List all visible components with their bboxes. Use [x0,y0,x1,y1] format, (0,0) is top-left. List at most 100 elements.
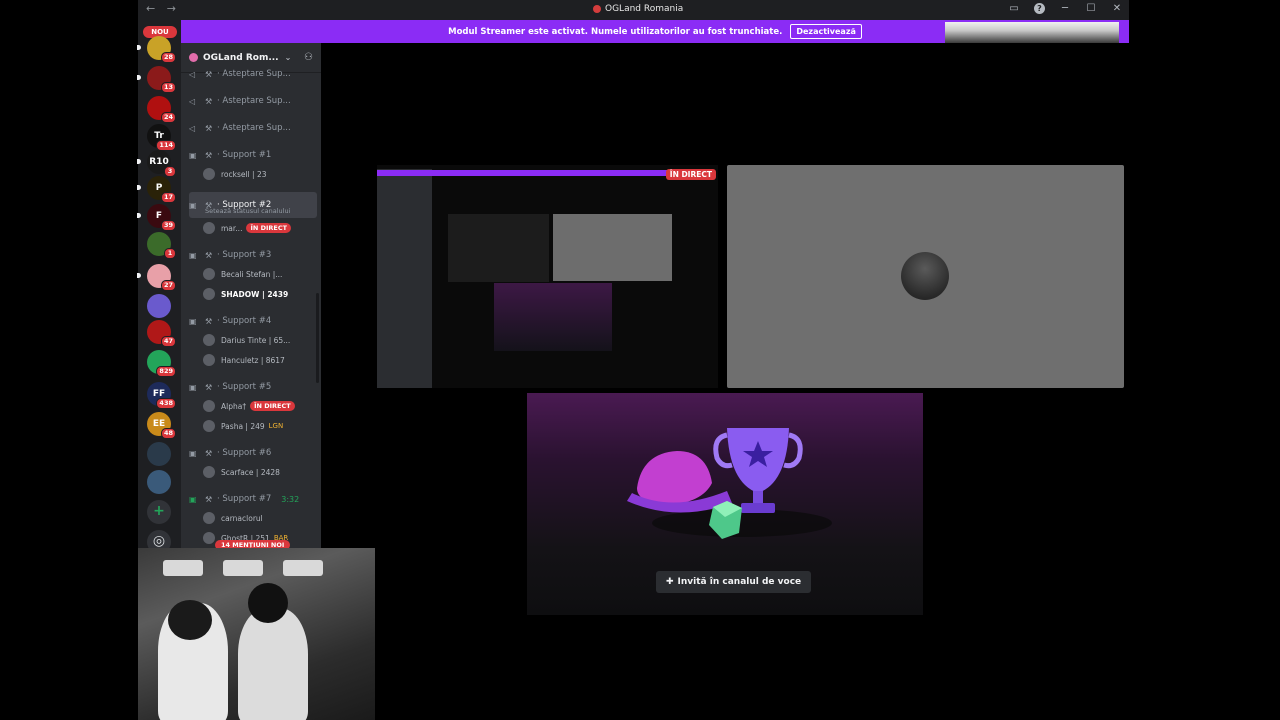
voice-user[interactable]: Scarface | 2428 [203,464,313,480]
voice-channel[interactable]: ▣ ⚒ · Support #5 [189,378,317,396]
lock-icon: ▣ [189,200,197,210]
avatar [203,512,215,524]
server-icon[interactable]: 28 [147,36,176,63]
unread-badge: 48 [160,428,176,439]
live-badge: ÎN DIRECT [250,401,295,411]
avatar [203,222,215,234]
server-icon[interactable]: Tr 114 [147,124,176,151]
server-icon[interactable]: 27 [147,264,176,291]
stream-preview-card [494,283,612,351]
stream-preview-sidebar [377,169,432,388]
back-arrow-icon[interactable]: ← [146,2,155,15]
voice-channel[interactable]: ▣ ⚒ · Support #1 [189,146,317,164]
channel-name: · Support #4 [217,316,272,326]
participant-tile[interactable] [727,165,1124,388]
unread-badge: 28 [160,52,176,63]
muted-speaker-icon: ◁ [189,69,196,79]
server-icon[interactable]: F 39 [147,204,176,231]
channel-name: · Support #3 [217,250,272,260]
voice-channel[interactable]: ▣ ⚒ · Support #4 [189,312,317,330]
voice-user[interactable]: SHADOW | 2439 [203,286,313,302]
server-icon[interactable]: 13 [147,66,176,93]
hammer-icon: ⚒ [205,250,213,260]
voice-user[interactable]: carnaclorul [203,510,313,526]
server-icon[interactable] [147,470,171,494]
muted-speaker-icon: ◁ [189,123,196,133]
hammer-icon: ⚒ [205,150,213,160]
voice-user[interactable]: mar... ÎN DIRECT [203,220,313,236]
lock-icon: ▣ [189,316,197,326]
window-title-text: OGLand Romania [605,4,684,14]
server-icon[interactable]: R10 3 [147,150,176,177]
voice-channel[interactable]: ▣ ⚒ · Support #7 3:32 [189,490,317,508]
channel-status[interactable]: Setează statusul canalului [205,207,290,215]
server-icon[interactable]: EE 48 [147,412,176,439]
webcam-sink-3 [283,560,323,576]
lock-icon: ▣ [189,448,197,458]
minimize-button[interactable]: ─ [1059,3,1071,14]
channel-timer: 3:32 [281,494,300,504]
forward-arrow-icon[interactable]: → [167,2,176,15]
voice-user[interactable]: rocksell | 23 [203,166,313,182]
unread-pill [137,273,141,278]
hammer-icon: ⚒ [205,96,213,106]
maximize-button[interactable]: ☐ [1085,3,1097,14]
voice-user[interactable]: Alpha† ÎN DIRECT [203,398,313,414]
trophy-base [741,503,775,513]
voice-user[interactable]: Darius Tinte | 65... [203,332,313,348]
server-icon[interactable]: 829 [147,350,176,377]
server-icon[interactable] [147,294,171,318]
add-server-button[interactable]: + [147,500,171,524]
stream-preview-gray [553,214,672,281]
voice-user[interactable]: Hanculetz | 8617 [203,352,313,368]
lock-icon: ▣ [189,494,197,504]
deactivate-streamer-button[interactable]: Dezactivează [790,24,862,39]
stream-tile[interactable]: ÎN DIRECT [377,165,718,388]
server-icon[interactable] [147,442,171,466]
user-tag: LGN [268,422,284,430]
inbox-icon[interactable]: ▭ [1008,3,1020,14]
unread-badge: 17 [160,192,176,203]
close-button[interactable]: ✕ [1111,3,1123,14]
invite-to-voice-button[interactable]: ✚ Invită în canalul de voce [656,571,812,593]
channel-name: · Support #5 [217,382,272,392]
lock-icon: ▣ [189,150,197,160]
chevron-down-icon[interactable]: ⌄ [285,53,292,62]
voice-user[interactable]: Pasha | 249 LGN [203,418,313,434]
window-controls: ▭ ? ─ ☐ ✕ [1008,3,1123,14]
channel-name: · Asteptare Sup... [217,123,291,133]
voice-user-name: Hanculetz | 8617 [221,355,285,365]
channel-scrollbar[interactable] [316,293,319,383]
voice-channel[interactable]: ◁ ⚒ · Asteptare Sup... [189,92,317,110]
server-icon[interactable]: 47 [147,320,176,347]
avatar [203,400,215,412]
unread-badge: 24 [160,112,176,123]
voice-channel[interactable]: ◁ ⚒ · Asteptare Sup... [189,119,317,137]
voice-user[interactable]: Becali Stefan |... [203,266,313,282]
voice-channel[interactable]: ▣ ⚒ · Support #3 [189,246,317,264]
server-icon[interactable]: 1 [147,232,176,259]
avatar [203,354,215,366]
invite-to-voice-label: Invită în canalul de voce [677,577,802,587]
voice-channel[interactable]: ▣ ⚒ · Support #6 [189,444,317,462]
lock-icon: ▣ [189,382,197,392]
hammer-icon: ⚒ [205,69,213,79]
server-banner-image [945,22,1119,43]
stream-preview-bar [377,170,673,176]
server-icon[interactable]: 24 [147,96,176,123]
live-badge: ÎN DIRECT [665,169,716,180]
server-icon[interactable]: P 17 [147,176,176,203]
avatar [203,268,215,280]
nav-buttons: ← → [146,2,184,15]
voice-user-name: Alpha† [221,401,247,411]
webcam-sink-2 [223,560,263,576]
server-icon[interactable]: FF 438 [147,382,176,409]
voice-channel[interactable]: ◁ ⚒ · Asteptare Sup... [189,65,317,83]
voice-user-name: SHADOW | 2439 [221,289,289,299]
help-icon[interactable]: ? [1034,3,1045,14]
window-title: OGLand Romania [593,4,683,14]
unread-pill [137,159,141,164]
invite-people-icon[interactable]: ⚇ [304,52,313,63]
hammer-icon: ⚒ [205,494,213,504]
participant-avatar [901,252,949,300]
